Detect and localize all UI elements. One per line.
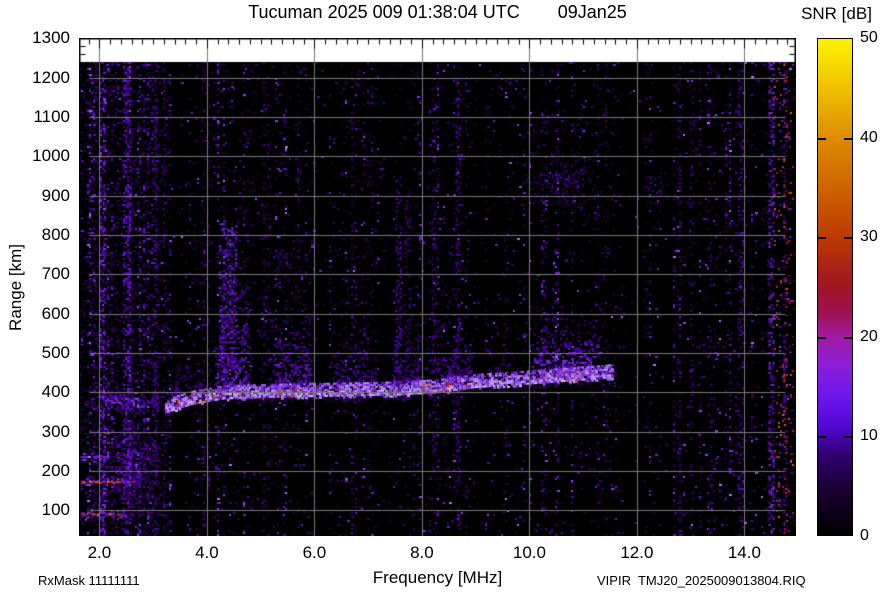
y-tick-label: 900 [41,185,70,205]
y-tick-label: 500 [41,343,70,363]
y-tick-label: 200 [41,461,70,481]
colorbar-tick-label: 10 [860,427,878,445]
y-tick-label: 700 [41,264,70,284]
y-tick-label: 1100 [33,107,70,127]
y-tick-label: 300 [41,421,70,441]
colorbar-tick-label: 50 [860,29,878,46]
colorbar-tick-label: 0 [860,527,869,544]
x-axis-tick-labels: 2.0 4.0 6.0 8.0 10.0 12.0 14.0 [79,541,796,563]
y-tick-label: 400 [41,382,70,402]
y-tick-label: 1200 [32,67,70,87]
colorbar-tick-mark [844,237,852,240]
x-tick-label: 6.0 [302,543,327,562]
title-station-time: Tucuman 2025 009 01:38:04 UTC [248,2,520,22]
colorbar-tick-mark [844,435,852,438]
snr-colorbar [817,38,853,536]
y-axis-tick-labels: 100 200 300 400 500 600 700 800 900 1000 1100 1200 1… [0,0,74,595]
ionogram-heatmap-canvas [79,38,796,536]
x-tick-label: 10.0 [512,543,546,562]
colorbar-tick-mark [818,435,826,438]
x-tick-label: 12.0 [620,543,654,562]
y-tick-label: 600 [41,303,70,323]
colorbar-tick-mark [818,138,826,141]
colorbar-tick-label: 20 [860,327,878,345]
y-tick-label: 100 [41,500,70,520]
y-tick-label: 1000 [32,146,70,166]
y-tick-label: 800 [41,225,70,245]
x-tick-label: 2.0 [87,543,112,562]
colorbar-tick-mark [844,336,852,339]
colorbar-tick-mark [818,336,826,339]
colorbar-tick-labels: 0 10 20 30 40 50 [860,29,884,544]
x-tick-label: 8.0 [410,543,434,562]
x-tick-label: 4.0 [195,543,219,562]
y-tick-label: 1300 [32,28,70,48]
colorbar-tick-mark [844,138,852,141]
rxmask-text: RxMask 11111111 [38,573,140,588]
page-title: Tucuman 2025 009 01:38:04 UTC 09Jan25 [79,2,796,23]
colorbar-title: SNR [dB] [801,4,872,23]
colorbar-tick-label: 30 [860,228,878,246]
colorbar-tick-label: 40 [860,128,878,146]
colorbar-tick-mark [818,237,826,240]
ionogram-viewer: Tucuman 2025 009 01:38:04 UTC 09Jan25 SNR… [0,0,884,595]
x-tick-label: 14.0 [727,543,761,562]
title-date: 09Jan25 [557,2,627,22]
filename-text: VIPIR TMJ20_2025009013804.RIQ [597,573,806,588]
